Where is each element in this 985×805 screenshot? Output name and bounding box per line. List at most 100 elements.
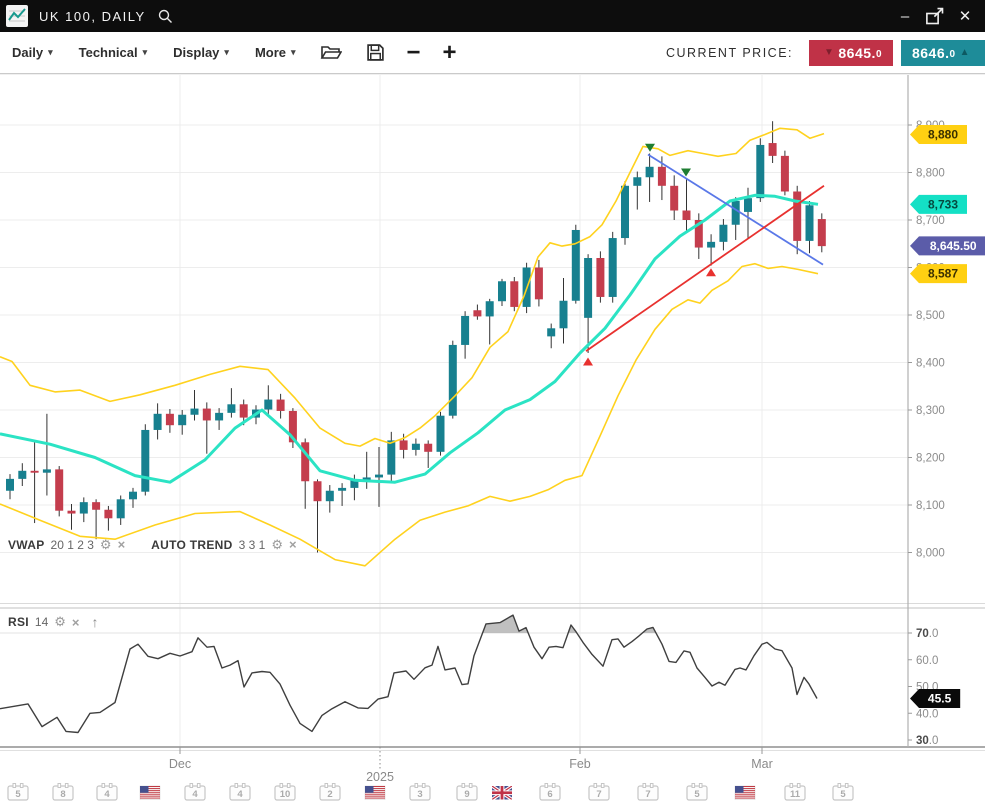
chevron-down-icon: ▾ <box>48 47 53 58</box>
svg-text:8,700: 8,700 <box>916 215 945 227</box>
vwap-label: VWAP <box>8 538 45 552</box>
minimize-button[interactable]: – <box>895 6 915 26</box>
svg-text:5: 5 <box>15 789 21 800</box>
buy-signal-arrow <box>583 358 593 366</box>
bid-price-badge[interactable]: ▼ 8645. 0 <box>809 40 893 66</box>
svg-text:8,400: 8,400 <box>916 358 945 370</box>
svg-text:7: 7 <box>596 789 601 800</box>
svg-text:4: 4 <box>104 789 110 800</box>
svg-text:5: 5 <box>840 789 846 800</box>
bollinger-upper-line <box>0 128 824 446</box>
move-pane-up-icon[interactable]: ↑ <box>92 614 99 630</box>
event-marker-strip: 5 8 4 4 4 10 2 3 9 6 7 7 5 11 5 <box>8 784 853 801</box>
svg-text:4: 4 <box>192 789 198 800</box>
menu-display[interactable]: Display ▾ <box>173 45 229 60</box>
svg-text:11: 11 <box>790 789 801 800</box>
bollinger-lower-line <box>0 264 818 566</box>
search-icon[interactable] <box>156 7 174 25</box>
svg-text:5: 5 <box>694 789 700 800</box>
rsi-label-overlay: RSI 14 ⚙ × ↑ <box>8 614 99 630</box>
calendar-event-icon: 4 <box>230 784 250 801</box>
calendar-event-icon: 7 <box>589 784 609 801</box>
svg-text:40.0: 40.0 <box>916 708 938 720</box>
svg-text:70.0: 70.0 <box>916 628 938 640</box>
calendar-event-icon: 5 <box>687 784 707 801</box>
svg-text:8,645.50: 8,645.50 <box>930 239 977 253</box>
price-down-icon: ▼ <box>824 47 834 58</box>
rsi-settings-icon[interactable]: ⚙ <box>54 616 66 628</box>
ask-price-badge[interactable]: 8646. 0 ▲ <box>901 40 985 66</box>
svg-text:30.0: 30.0 <box>916 735 938 747</box>
menu-more[interactable]: More ▾ <box>255 45 296 60</box>
uk-flag-icon <box>492 786 512 800</box>
calendar-event-icon: 9 <box>457 784 477 801</box>
svg-text:4: 4 <box>237 789 243 800</box>
svg-text:7: 7 <box>645 789 650 800</box>
svg-text:8: 8 <box>60 789 65 800</box>
popout-button[interactable] <box>925 6 945 26</box>
zoom-out-button[interactable]: − <box>407 43 421 63</box>
svg-text:6: 6 <box>547 789 552 800</box>
price-up-icon: ▲ <box>960 47 970 58</box>
calendar-event-icon: 8 <box>53 784 73 801</box>
window-titlebar: UK 100, DAILY – ✕ <box>0 0 985 32</box>
svg-text:45.5: 45.5 <box>928 692 952 706</box>
calendar-event-icon: 5 <box>8 784 28 801</box>
app-logo-icon <box>5 4 29 28</box>
svg-text:8,200: 8,200 <box>916 453 945 465</box>
calendar-event-icon: 10 <box>275 784 295 801</box>
open-folder-icon[interactable] <box>320 44 342 62</box>
svg-text:2: 2 <box>327 789 332 800</box>
calendar-event-icon: 3 <box>410 784 430 801</box>
svg-text:2025: 2025 <box>366 770 394 784</box>
chart-canvas[interactable]: 8,9008,8008,7008,6008,5008,4008,3008,200… <box>0 73 985 805</box>
svg-text:3: 3 <box>417 789 422 800</box>
chart-title: UK 100, DAILY <box>39 9 146 24</box>
rsi-remove-icon[interactable]: × <box>72 615 80 630</box>
us-flag-icon <box>140 786 160 800</box>
svg-text:8,300: 8,300 <box>916 405 945 417</box>
save-icon[interactable] <box>366 43 385 62</box>
chevron-down-icon: ▾ <box>143 47 148 58</box>
autotrend-settings-icon[interactable]: ⚙ <box>271 539 283 551</box>
calendar-event-icon: 7 <box>638 784 658 801</box>
zoom-in-button[interactable]: + <box>443 43 457 63</box>
candles <box>6 121 826 552</box>
svg-text:8,100: 8,100 <box>916 500 945 512</box>
calendar-event-icon: 4 <box>185 784 205 801</box>
svg-text:60.0: 60.0 <box>916 655 938 667</box>
svg-text:8,587: 8,587 <box>928 267 958 281</box>
svg-text:Dec: Dec <box>169 757 191 771</box>
vwap-remove-icon[interactable]: × <box>118 537 126 552</box>
menu-technical[interactable]: Technical ▾ <box>79 45 148 60</box>
us-flag-icon <box>735 786 755 800</box>
calendar-event-icon: 6 <box>540 784 560 801</box>
calendar-event-icon: 2 <box>320 784 340 801</box>
chevron-down-icon: ▾ <box>291 47 296 58</box>
toolbar: Daily ▾ Technical ▾ Display ▾ More ▾ − +… <box>0 32 985 74</box>
svg-text:8,733: 8,733 <box>928 197 958 211</box>
rsi-label: RSI <box>8 615 29 629</box>
calendar-event-icon: 4 <box>97 784 117 801</box>
calendar-event-icon: 5 <box>833 784 853 801</box>
svg-text:8,000: 8,000 <box>916 548 945 560</box>
autotrend-label: AUTO TREND <box>151 538 232 552</box>
svg-text:8,800: 8,800 <box>916 168 945 180</box>
price-axis: 8,9008,8008,7008,6008,5008,4008,3008,200… <box>908 120 945 747</box>
svg-text:Feb: Feb <box>569 757 591 771</box>
menu-daily[interactable]: Daily ▾ <box>12 45 53 60</box>
buy-signal-arrow <box>706 268 716 276</box>
svg-text:Mar: Mar <box>751 757 773 771</box>
vwap-settings-icon[interactable]: ⚙ <box>100 539 112 551</box>
indicator-labels-overlay: VWAP 20 1 2 3 ⚙ × AUTO TREND 3 3 1 ⚙ × <box>8 537 297 552</box>
svg-text:8,880: 8,880 <box>928 128 958 142</box>
close-button[interactable]: ✕ <box>955 6 975 26</box>
current-price-label: CURRENT PRICE: <box>666 46 793 60</box>
svg-text:10: 10 <box>280 789 291 800</box>
us-flag-icon <box>365 786 385 800</box>
calendar-event-icon: 11 <box>785 784 805 801</box>
svg-text:9: 9 <box>464 789 469 800</box>
chevron-down-icon: ▾ <box>224 47 229 58</box>
svg-text:8,500: 8,500 <box>916 310 945 322</box>
autotrend-remove-icon[interactable]: × <box>289 537 297 552</box>
